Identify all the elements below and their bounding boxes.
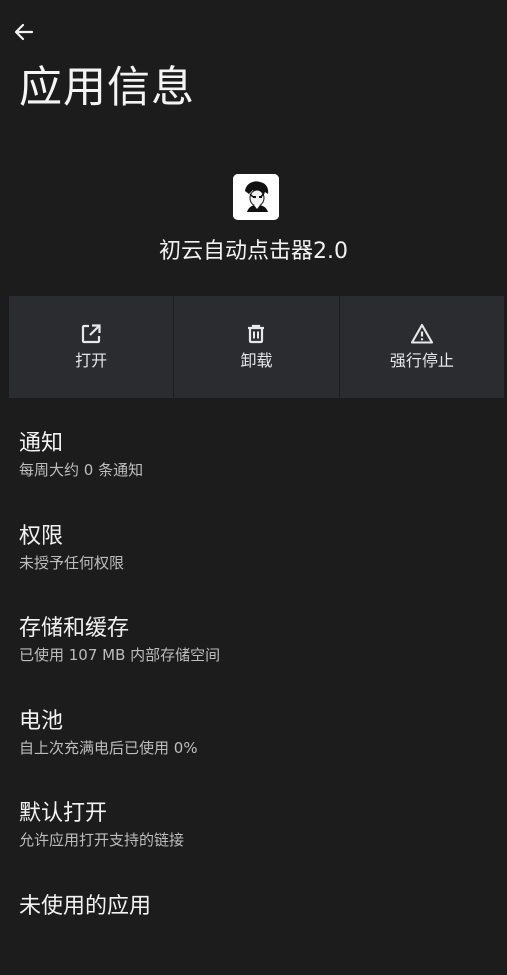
- settings-item-subtitle: 自上次充满电后已使用 0%: [19, 737, 507, 759]
- settings-item-title: 电池: [19, 698, 507, 737]
- settings-item-storage[interactable]: 存储和缓存 已使用 107 MB 内部存储空间: [0, 605, 507, 698]
- settings-item-title: 权限: [19, 513, 507, 552]
- open-external-icon: [78, 321, 104, 347]
- app-actions-bar: 打开 卸载 强行停止: [9, 296, 504, 398]
- app-icon: [233, 174, 279, 220]
- settings-item-title: 通知: [19, 420, 507, 459]
- force-stop-label: 强行停止: [390, 350, 454, 372]
- uninstall-label: 卸载: [240, 350, 272, 372]
- trash-icon: [243, 321, 269, 347]
- settings-item-open-by-default[interactable]: 默认打开 允许应用打开支持的链接: [0, 790, 507, 883]
- warning-triangle-icon: [409, 321, 435, 347]
- arrow-left-icon: [12, 20, 36, 44]
- settings-item-subtitle: 允许应用打开支持的链接: [19, 829, 507, 851]
- settings-item-subtitle: 已使用 107 MB 内部存储空间: [19, 644, 507, 666]
- open-app-button[interactable]: 打开: [9, 296, 173, 398]
- open-app-label: 打开: [75, 350, 107, 372]
- app-name: 初云自动点击器2.0: [0, 236, 507, 268]
- settings-item-permissions[interactable]: 权限 未授予任何权限: [0, 513, 507, 606]
- top-app-bar: [0, 0, 507, 64]
- settings-item-unused-apps[interactable]: 未使用的应用: [0, 883, 507, 975]
- settings-item-subtitle: 未授予任何权限: [19, 552, 507, 574]
- settings-item-title: 未使用的应用: [19, 883, 507, 922]
- settings-item-notifications[interactable]: 通知 每周大约 0 条通知: [0, 420, 507, 513]
- app-settings-list: 通知 每周大约 0 条通知 权限 未授予任何权限 存储和缓存 已使用 107 M…: [0, 420, 507, 975]
- force-stop-button[interactable]: 强行停止: [339, 296, 504, 398]
- settings-item-battery[interactable]: 电池 自上次充满电后已使用 0%: [0, 698, 507, 791]
- uninstall-button[interactable]: 卸载: [173, 296, 338, 398]
- settings-item-title: 默认打开: [19, 790, 507, 829]
- settings-item-title: 存储和缓存: [19, 605, 507, 644]
- settings-item-subtitle: 每周大约 0 条通知: [19, 459, 507, 481]
- back-button[interactable]: [4, 12, 44, 52]
- page-title: 应用信息: [19, 60, 195, 116]
